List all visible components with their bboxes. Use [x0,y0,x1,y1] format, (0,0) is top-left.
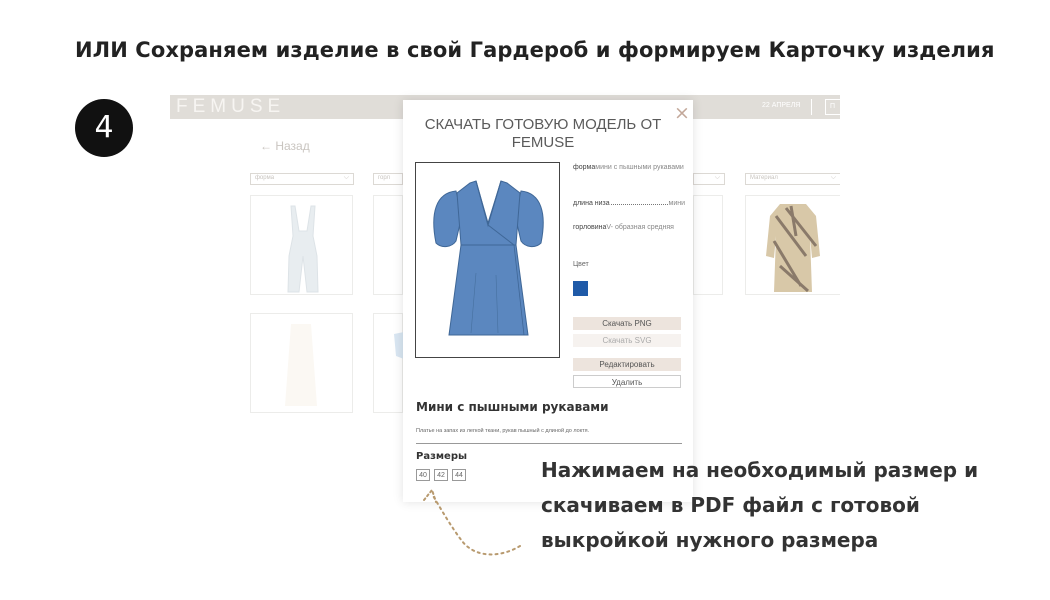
instruction-text: Нажимаем на необходимый размер и скачива… [541,453,1021,558]
page-heading: ИЛИ Сохраняем изделие в свой Гардероб и … [75,38,995,62]
header-date: 22 АПРЕЛЯ [762,102,801,109]
property-label: горловина [573,224,607,231]
divider [416,443,682,444]
garment-card-3[interactable] [693,195,723,295]
product-description: Платье на запах из легкой ткани, рукав п… [416,428,590,434]
size-44-button[interactable]: 44 [452,469,466,481]
property-value: мини [668,200,686,207]
garment-card-print-dress[interactable] [745,195,840,295]
download-model-modal: СКАЧАТЬ ГОТОВУЮ МОДЕЛЬ ОТ FEMUSE × форма… [403,100,693,502]
filter-label: горл [378,175,391,181]
property-value: V- образная средняя [606,224,674,231]
color-label: Цвет [573,261,589,268]
garment-card-2[interactable] [373,195,403,295]
filter-select-forma[interactable]: форма ⌵ [250,173,354,185]
jumpsuit-image [287,205,319,293]
dress-illustration [433,180,544,336]
dotted-arrow-icon [423,487,521,556]
size-options: 40 42 44 [416,469,466,481]
property-forma: формамини с пышными рукавами [573,163,685,173]
instruction-line: выкройкой нужного размера [541,528,879,552]
header-button[interactable]: П [825,99,840,115]
sizes-label: Размеры [416,451,468,462]
download-svg-button[interactable]: Скачать SVG [573,334,681,347]
chevron-down-icon: ⌵ [714,174,720,181]
delete-button[interactable]: Удалить [573,375,681,388]
dotted-leader [610,200,668,205]
size-40-button[interactable]: 40 [416,469,430,481]
filter-select-gorlovina[interactable]: горл [373,173,403,185]
femuse-logo: FEMUSE [176,96,286,117]
close-icon[interactable]: × [674,102,690,124]
filter-label: форма [255,175,275,181]
print-dress-image [766,204,820,293]
modal-title: СКАЧАТЬ ГОТОВУЮ МОДЕЛЬ ОТ FEMUSE [424,116,662,151]
property-value: мини с пышными рукавами [595,164,684,171]
step-number-badge: 4 [75,99,133,157]
back-link[interactable]: ← Назад [260,139,310,153]
filter-label: Материал [750,175,778,181]
garment-card-slip[interactable] [250,313,353,413]
download-png-button[interactable]: Скачать PNG [573,317,681,330]
property-dlina: длина низа мини [573,200,685,207]
size-42-button[interactable]: 42 [434,469,448,481]
property-label: длина низа [573,200,610,207]
color-swatch[interactable] [573,281,588,296]
dress-preview [415,162,560,358]
filter-select-other[interactable]: ⌵ [693,173,725,185]
garment-card-5[interactable] [373,313,404,413]
header-separator [811,99,812,115]
instruction-line: скачиваем в PDF файл с готовой [541,493,920,517]
property-label: форма [573,164,596,171]
instruction-line: Нажимаем на необходимый размер и [541,458,979,482]
chevron-down-icon: ⌵ [830,174,836,181]
garment-partial-image [394,332,404,359]
property-gorlovina: горловинаV- образная средняя [573,223,685,233]
slip-dress-image [285,324,317,406]
edit-button[interactable]: Редактировать [573,358,681,371]
filter-select-material[interactable]: Материал ⌵ [745,173,840,185]
product-name: Мини с пышными рукавами [416,400,609,414]
chevron-down-icon: ⌵ [343,174,349,181]
garment-card-jumpsuit[interactable] [250,195,353,295]
